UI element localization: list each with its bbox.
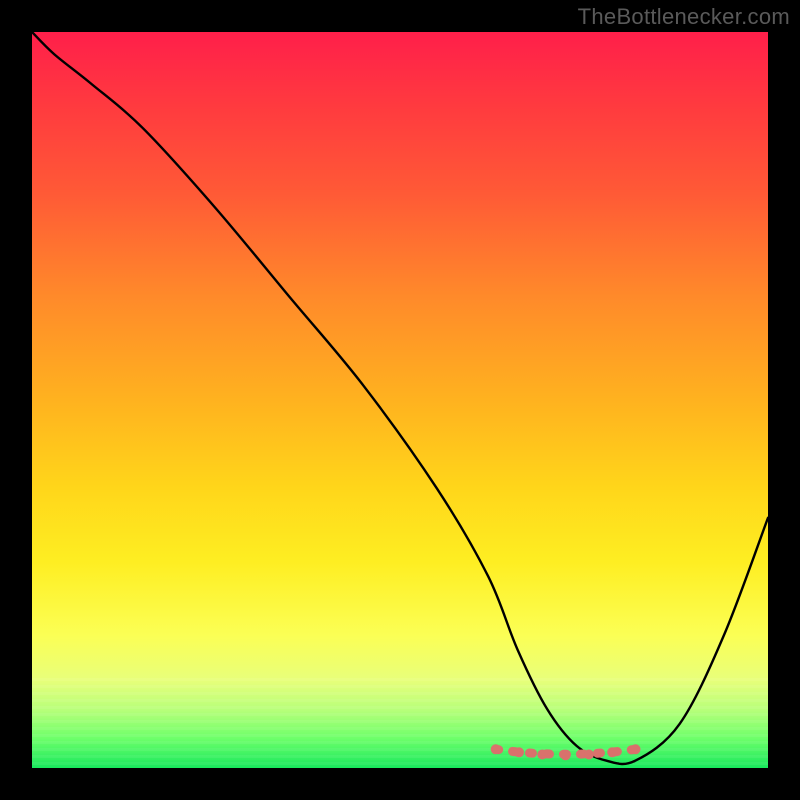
watermark-text: TheBottlenecker.com	[578, 4, 790, 30]
trough-dot	[514, 747, 524, 757]
trough-marker-dots	[491, 744, 641, 760]
trough-dot	[584, 750, 594, 760]
trough-dot	[631, 744, 641, 754]
trough-dot	[561, 750, 571, 760]
trough-dot	[607, 747, 617, 757]
chart-frame: TheBottlenecker.com	[0, 0, 800, 800]
bottleneck-curve	[32, 32, 768, 764]
trough-dot	[491, 744, 501, 754]
chart-svg	[32, 32, 768, 768]
trough-marker	[496, 749, 636, 754]
plot-area	[32, 32, 768, 768]
trough-dot	[537, 750, 547, 760]
gradient-banding	[32, 678, 768, 768]
